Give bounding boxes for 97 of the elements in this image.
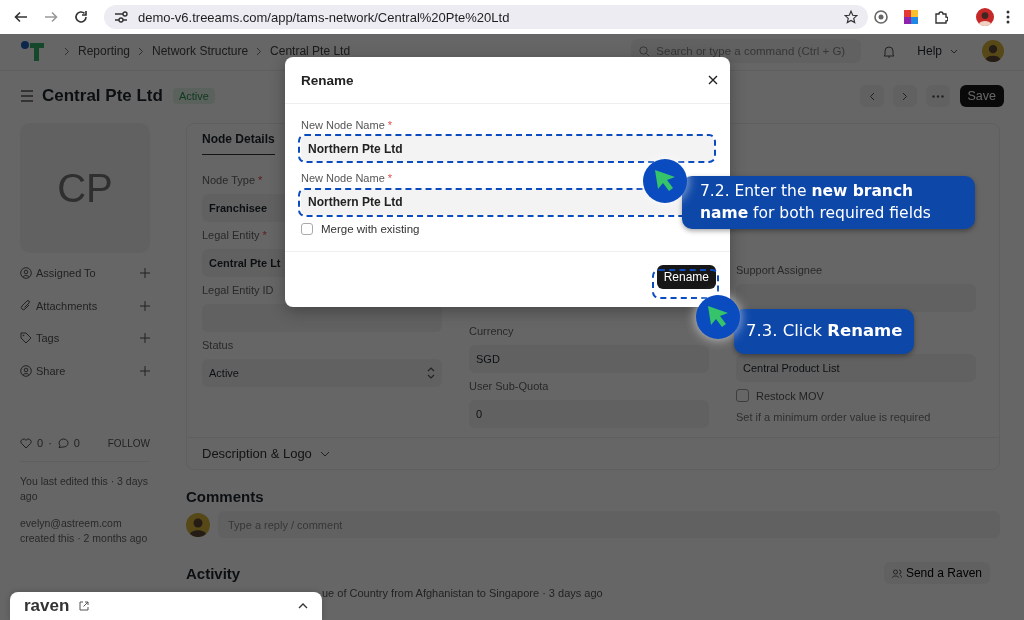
sidebar-item[interactable]: Assigned To	[36, 267, 136, 280]
creator-email: evelyn@astreem.com	[20, 516, 123, 531]
field-label: Legal Entity ID	[202, 284, 274, 296]
input-field[interactable]	[736, 284, 976, 312]
page-title: Central Pte Ltd	[42, 86, 163, 106]
send-raven-button[interactable]: Send a Raven	[883, 562, 990, 584]
checkbox[interactable]	[301, 223, 313, 235]
field-label: Currency	[469, 325, 514, 337]
logo-icon[interactable]	[20, 40, 46, 62]
menu-icon[interactable]	[1006, 10, 1010, 24]
required-marker: *	[387, 119, 393, 131]
comment-icon[interactable]	[56, 437, 69, 449]
breadcrumb-link[interactable]: Central Pte Ltd	[270, 44, 351, 58]
extension-icon[interactable]	[874, 10, 888, 24]
breadcrumb-link[interactable]: Reporting	[78, 44, 131, 58]
chevron-icon	[138, 46, 145, 56]
field-label: New Node Name	[301, 119, 385, 131]
external-link-icon[interactable]	[79, 601, 90, 611]
select-field[interactable]: Active	[202, 359, 442, 387]
status-badge: Active	[172, 88, 215, 104]
chevron-icon	[427, 367, 435, 379]
section-tab[interactable]: Node Details	[202, 132, 275, 155]
help-menu[interactable]: Help	[917, 44, 942, 58]
breadcrumb-link[interactable]: Network Structure	[152, 44, 249, 58]
required-marker: *	[387, 172, 393, 184]
field-label: New Node Name	[301, 172, 385, 184]
add-icon[interactable]	[140, 365, 150, 376]
profile-avatar[interactable]	[976, 8, 994, 26]
separator-dot: ·	[48, 437, 52, 449]
input-field[interactable]: Central Product List	[736, 354, 976, 382]
search-icon	[639, 45, 651, 57]
add-icon[interactable]	[140, 333, 150, 344]
chat-title: raven	[24, 596, 70, 616]
add-icon[interactable]	[140, 300, 150, 311]
field-label: Support Assignee	[736, 264, 823, 276]
like-count: 0	[37, 437, 44, 449]
field-label: Status	[202, 339, 234, 351]
required-marker: *	[262, 229, 267, 241]
user-icon	[20, 364, 32, 377]
tag-icon	[20, 332, 32, 345]
ellipsis-icon	[931, 94, 944, 98]
chevron-up-icon[interactable]	[298, 603, 308, 609]
chevron-icon	[256, 46, 263, 56]
collapsible-section[interactable]: Description & Logo	[186, 438, 1000, 470]
user-avatar	[186, 512, 210, 537]
address-bar[interactable]: demo-v6.treeams.com/app/tams-network/Central%20Pte%20Ltd	[104, 5, 868, 29]
chevron-icon	[64, 46, 70, 56]
checkbox[interactable]	[736, 389, 749, 402]
dialog-title: Rename	[301, 72, 354, 88]
sidebar-item[interactable]: Attachments	[36, 299, 136, 312]
chat-panel[interactable]: raven	[10, 592, 322, 620]
field-label: Legal Entity	[202, 229, 260, 241]
checkbox-label: Restock MOV	[756, 389, 824, 402]
input-field[interactable]: Northern Pte Ltd	[301, 135, 714, 162]
sidebar-item[interactable]: Share	[36, 364, 136, 377]
input-field[interactable]: 0	[469, 400, 709, 428]
instruction-callout: 7.2. Enter the new branch name for both required fields	[682, 176, 975, 229]
sidebar-item[interactable]: Tags	[36, 332, 136, 345]
input-field[interactable]: SGD	[469, 345, 709, 373]
rename-button[interactable]: Rename	[656, 265, 716, 289]
extensions-icon[interactable]	[934, 10, 948, 24]
heart-icon[interactable]	[20, 437, 32, 449]
section-heading: Comments	[186, 488, 265, 505]
cursor-icon	[695, 294, 741, 340]
user-icon	[20, 267, 32, 280]
chevron-right-icon	[901, 91, 908, 101]
field-label: User Sub-Quota	[469, 380, 549, 392]
save-button[interactable]: Save	[959, 85, 1004, 107]
chevron-down-icon	[950, 48, 958, 54]
more-button[interactable]	[925, 85, 950, 107]
reload-icon[interactable]	[74, 10, 88, 24]
instruction-callout: 7.3. Click Rename	[734, 309, 914, 354]
star-icon[interactable]	[844, 10, 858, 24]
required-marker: *	[258, 174, 263, 186]
chevron-down-icon	[319, 450, 330, 457]
follow-link[interactable]: FOLLOW	[107, 437, 150, 449]
close-icon[interactable]	[708, 75, 718, 85]
extension-icon[interactable]	[904, 10, 918, 24]
users-icon	[891, 568, 902, 578]
url-text: demo-v6.treeams.com/app/tams-network/Central%20Pte%20Ltd	[138, 9, 510, 25]
user-avatar	[982, 40, 1004, 62]
cursor-icon	[642, 158, 688, 204]
paperclip-icon	[20, 299, 32, 312]
creation-info: created this · 2 months ago	[20, 531, 149, 546]
chevron-left-icon	[868, 91, 875, 101]
checkbox-label: Merge with existing	[321, 223, 420, 235]
site-settings-icon[interactable]	[114, 11, 128, 23]
section-heading: Activity	[186, 564, 241, 582]
field-label: Node Type	[202, 174, 255, 186]
input-field[interactable]	[202, 304, 442, 332]
activity-entry: ue of Country from Afghanistan to Singapore · 3 days ago	[322, 587, 604, 599]
forward-icon[interactable]	[44, 10, 58, 24]
bell-icon[interactable]	[883, 44, 896, 58]
edit-info: You last edited this · 3 days ago	[20, 474, 150, 504]
add-icon[interactable]	[140, 268, 150, 279]
back-icon[interactable]	[14, 10, 28, 24]
comment-count: 0	[73, 437, 80, 449]
